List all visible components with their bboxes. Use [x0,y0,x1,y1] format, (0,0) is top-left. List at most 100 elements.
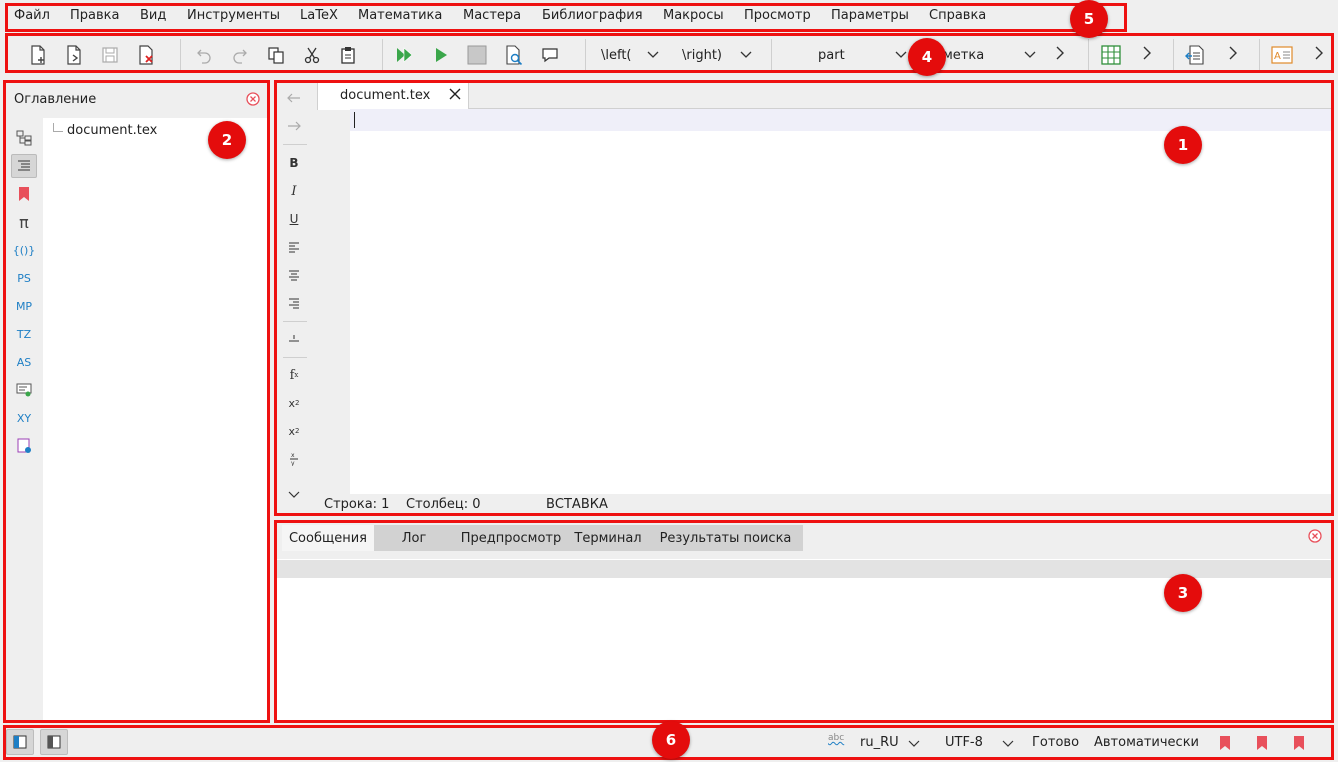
redo-icon[interactable] [229,44,251,66]
annotation-badge: 1 [1164,126,1202,164]
toolbar-separator [180,39,181,71]
tab-log[interactable]: Лог [374,525,454,551]
menu-macros[interactable]: Макросы [663,8,724,23]
left-delimiter-combo[interactable]: \left( [594,42,664,68]
menu-file[interactable]: Файл [14,8,50,23]
comment-icon[interactable] [539,44,561,66]
new-line-icon[interactable] [282,327,306,349]
tab-terminal[interactable]: Терминал [568,525,648,551]
menu-options[interactable]: Параметры [831,8,909,23]
view-pdf-icon[interactable] [503,44,525,66]
subscript-icon[interactable]: x2 [282,392,306,414]
copy-icon[interactable] [265,44,287,66]
menu-latex[interactable]: LaTeX [300,8,338,23]
asymptote-icon[interactable]: AS [11,350,37,374]
structure-tree-icon[interactable] [11,126,37,150]
fraction-icon[interactable]: xy [282,448,306,470]
pi-symbol-icon[interactable]: π [11,210,37,234]
toolbar-separator [1259,39,1260,71]
bookmark-icon[interactable] [1256,735,1268,755]
tab-messages[interactable]: Сообщения [282,525,374,551]
close-file-icon[interactable] [135,44,157,66]
align-left-icon[interactable] [282,236,306,258]
chevron-down-icon [1023,47,1037,65]
forward-arrow-icon[interactable] [282,115,306,137]
superscript-icon[interactable]: x2 [282,420,306,442]
bold-button[interactable]: B [282,152,306,174]
chevron-right-icon[interactable] [1141,45,1153,65]
status-ready: Готово [1032,735,1080,750]
beamer-icon[interactable] [11,378,37,402]
metapost-icon[interactable]: MP [11,294,37,318]
underline-button[interactable]: U [282,208,306,230]
label-combo-value: метка [943,47,985,63]
toc-tree-item[interactable]: document.tex [67,123,157,138]
user-commands-icon[interactable] [11,434,37,458]
menu-edit[interactable]: Правка [70,8,119,23]
messages-header-strip [277,560,1331,578]
menu-preview[interactable]: Просмотр [744,8,811,23]
back-arrow-icon[interactable] [282,87,306,109]
bookmark-icon[interactable] [1219,735,1231,755]
italic-button[interactable]: I [282,180,306,202]
menu-wizards[interactable]: Мастера [463,8,521,23]
tab-document-label: document.tex [340,88,431,103]
bookmark-icon[interactable] [1293,735,1305,755]
menu-bibliography[interactable]: Библиография [542,8,643,23]
cut-icon[interactable] [301,44,323,66]
toggle-structure-button[interactable] [6,729,34,755]
build-and-view-icon[interactable] [394,44,416,66]
text-style-icon[interactable]: A [1271,44,1293,66]
right-delimiter-combo[interactable]: \right) [675,42,757,68]
pstricks-icon[interactable]: PS [11,266,37,290]
chevron-right-icon[interactable] [1227,45,1239,65]
right-delimiter-value: \right) [682,47,722,63]
messages-panel: Сообщения Лог Предпросмотр Терминал Резу… [277,521,1331,721]
new-file-icon[interactable] [27,44,49,66]
encoding-selector[interactable]: UTF-8 [945,735,983,750]
tikz-icon[interactable]: TZ [11,322,37,346]
open-file-icon[interactable] [63,44,85,66]
text-editor[interactable] [350,109,1331,494]
menu-view[interactable]: Вид [140,8,166,23]
tab-preview[interactable]: Предпросмотр [454,525,568,551]
menu-tools[interactable]: Инструменты [187,8,280,23]
structure-combo[interactable]: part [778,42,912,68]
toolbar-separator [585,39,586,71]
chevron-down-icon [908,737,920,752]
chevron-down-icon [1002,737,1014,752]
annotation-badge: 4 [908,38,946,76]
close-tab-icon[interactable] [448,87,462,105]
tab-search-results[interactable]: Результаты поиска [648,525,803,551]
save-icon[interactable] [99,44,121,66]
menu-help[interactable]: Справка [929,8,986,23]
compile-mode[interactable]: Автоматически [1094,735,1199,750]
toolbar-separator [382,39,383,71]
annotation-badge: 5 [1070,0,1108,38]
align-center-icon[interactable] [282,264,306,286]
language-selector[interactable]: ru_RU [860,735,899,750]
close-panel-icon[interactable] [1308,529,1322,547]
function-icon[interactable]: fx [282,364,306,386]
xymatrix-icon[interactable]: XY [11,406,37,430]
spellcheck-icon[interactable]: abc [828,733,844,743]
structure-panel-header: Оглавление [5,83,267,118]
braces-icon[interactable]: {()} [11,238,37,262]
undo-icon[interactable] [193,44,215,66]
menu-math[interactable]: Математика [358,8,442,23]
tab-document[interactable]: document.tex [317,81,469,110]
close-panel-icon[interactable] [246,92,260,110]
annotation-badge: 6 [652,721,690,759]
editor-tab-bar: document.tex [317,81,1331,110]
bookmark-icon[interactable] [11,182,37,206]
paste-icon[interactable] [337,44,359,66]
chevron-right-icon[interactable] [1313,45,1325,65]
table-icon[interactable] [1100,44,1122,66]
reference-icon[interactable] [1184,44,1206,66]
align-right-icon[interactable] [282,292,306,314]
toggle-messages-button[interactable] [40,729,68,755]
chevron-right-icon[interactable] [1054,45,1066,65]
toc-list-icon[interactable] [11,154,37,178]
compile-icon[interactable] [430,44,452,66]
stop-icon[interactable] [466,44,488,66]
